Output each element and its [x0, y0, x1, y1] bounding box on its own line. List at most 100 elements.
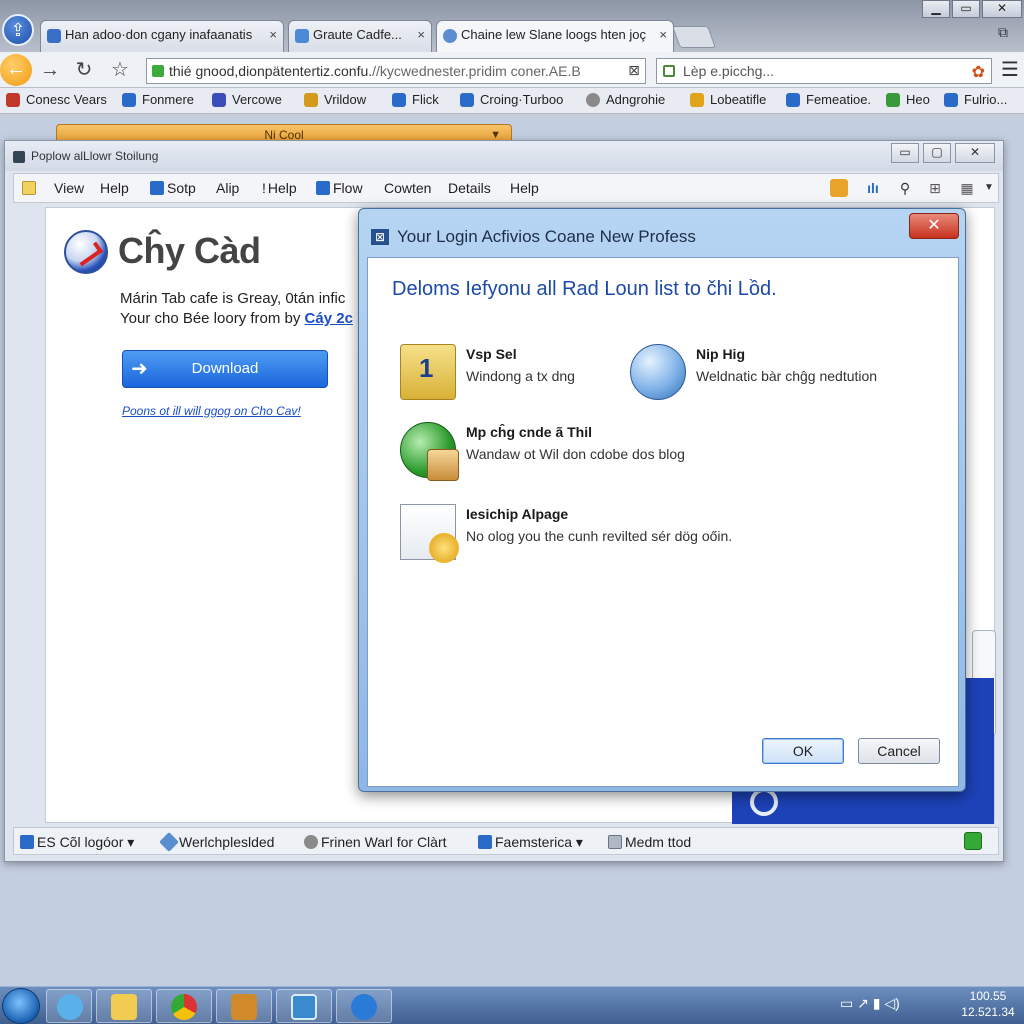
menu-details[interactable]: Details [448, 180, 491, 196]
menu-alip[interactable]: Alip [216, 180, 239, 196]
bookmark-icon [944, 93, 958, 107]
menu-help[interactable]: Help [100, 180, 129, 196]
notes-icon[interactable] [22, 180, 39, 196]
dialog-title: Your Login Acfivios Coane New Profess [397, 227, 696, 246]
option-vsp-sel[interactable]: Vsp Sel Windong a tx dng [400, 344, 620, 404]
status-item-language[interactable]: ES Cõl logóor ▾ [20, 834, 134, 851]
forward-button[interactable]: → [36, 56, 64, 84]
back-button[interactable]: ← [0, 54, 32, 86]
tab-3[interactable]: Chaine lew Slane loogs hten joç × [436, 20, 674, 52]
search-placeholder: Lèp e.picchg... [683, 63, 775, 79]
taskbar-app-media[interactable] [216, 989, 272, 1023]
tab-close-icon[interactable]: × [659, 27, 667, 42]
bookmark-icon [6, 93, 20, 107]
ring-icon [750, 788, 778, 816]
menu-cowten[interactable]: Cowten [384, 180, 431, 196]
bookmark-icon [586, 93, 600, 107]
description-link[interactable]: Cáy 2c [305, 310, 353, 327]
tab-close-icon[interactable]: × [269, 27, 277, 42]
tab-favicon-icon [443, 29, 457, 43]
bookmark-item[interactable]: Fonmere [122, 92, 194, 107]
app-maximize-button[interactable]: ▢ [923, 143, 951, 163]
bookmarks-bar: Conesc Vears Fonmere Vercowe Vrildow Fli… [0, 88, 1024, 114]
bookmark-item[interactable]: Croing·Turboo [460, 92, 563, 107]
minimize-button[interactable]: ▁ [922, 0, 950, 18]
search-input[interactable]: Lèp e.picchg... ✿ [656, 58, 992, 84]
app-minimize-button[interactable]: ▭ [891, 143, 919, 163]
menu-help-3[interactable]: Help [510, 180, 539, 196]
bookmark-item[interactable]: Heo [886, 92, 930, 107]
hamburger-menu-icon[interactable]: ☰ [998, 58, 1022, 84]
address-bar[interactable]: thié gnood,dionpätentertiz.confu.//kycwe… [146, 58, 646, 84]
calendar-icon[interactable]: ▦ [958, 179, 976, 197]
url-host: thié gnood,dionpätentertiz.confu. [169, 63, 373, 79]
menu-label: Help [267, 180, 297, 196]
chart-icon[interactable]: ılı [864, 179, 882, 197]
bookmark-item[interactable]: Fulrio... [944, 92, 1007, 107]
chevron-down-icon[interactable]: ▼ [980, 179, 998, 197]
app-close-button[interactable]: ✕ [955, 143, 995, 163]
ok-button[interactable]: OK [762, 738, 844, 764]
bookmark-icon [392, 93, 406, 107]
system-tray[interactable]: ▭ ↗ ▮ ◁) [840, 995, 900, 1012]
menu-view[interactable]: View [54, 180, 84, 196]
maximize-button[interactable]: ▭ [952, 0, 980, 18]
pin-icon [159, 832, 179, 852]
download-button[interactable]: ➜ Download [122, 350, 328, 388]
cancel-button[interactable]: Cancel [858, 738, 940, 764]
bookmark-item[interactable]: Vrildow [304, 92, 366, 107]
tab-label: Graute Cadfe... [313, 27, 402, 42]
tab-close-icon[interactable]: × [417, 27, 425, 42]
status-label: Medm ttod [625, 834, 692, 850]
bookmark-item[interactable]: Femeatioe. [786, 92, 871, 107]
secondary-link[interactable]: Poons ot ill will ggog on Cho Cav! [122, 404, 301, 418]
tab-2[interactable]: Graute Cadfe... × [288, 20, 432, 52]
taskbar-app-chrome[interactable] [156, 989, 212, 1023]
bookmark-label: Heo [906, 92, 930, 107]
taskbar-app-ie[interactable] [46, 989, 92, 1023]
browser-logo-icon[interactable]: ⇪ [2, 14, 34, 46]
highlight-icon[interactable] [830, 179, 848, 197]
bookmark-icon [212, 93, 226, 107]
bookmark-item[interactable]: Adngrohie [586, 92, 665, 107]
search-icon[interactable]: ⚲ [896, 179, 914, 197]
status-item-faemsterica[interactable]: Faemsterica ▾ [478, 834, 583, 851]
status-label: ES Cõl logóor ▾ [37, 834, 135, 850]
restore-icon[interactable]: ⧉ [992, 24, 1014, 44]
menu-sotp[interactable]: Sotp [150, 180, 196, 196]
bookmark-item[interactable]: Lobeatifle [690, 92, 766, 107]
option-mp-chg[interactable]: Mp cĥg cnde ã Thil Wandaw ot Wil don cdo… [400, 422, 800, 482]
new-tab-button[interactable] [671, 26, 717, 48]
bookmark-item[interactable]: Flick [392, 92, 439, 107]
option-description: No olog you the cunh revilted sér dög oő… [466, 528, 733, 544]
dialog-close-button[interactable]: ✕ [909, 213, 959, 239]
status-item-media[interactable]: Medm ttod [608, 834, 691, 850]
download-label: Download [191, 360, 259, 377]
extension-icon[interactable]: ✿ [972, 62, 985, 82]
clock-time[interactable]: 100.55 [958, 989, 1018, 1003]
clock-date[interactable]: 12.521.34 [958, 1005, 1018, 1019]
start-button[interactable] [2, 988, 40, 1024]
tab-label: Han adoo·don cgany inafaanatis [65, 27, 253, 42]
status-item-pinned[interactable]: Werlchpleslded [159, 832, 274, 852]
status-ok-icon[interactable] [964, 832, 982, 850]
settings-icon[interactable]: ⊞ [926, 179, 944, 197]
bookmark-item[interactable]: Vercowe [212, 92, 282, 107]
taskbar-app-explorer[interactable] [96, 989, 152, 1023]
taskbar-app-window[interactable] [276, 989, 332, 1023]
option-iesichip-alpage[interactable]: Iesichip Alpage No olog you the cunh rev… [400, 504, 820, 564]
reload-button[interactable]: ↻ [70, 56, 98, 84]
bookmark-label: Vercowe [232, 92, 282, 107]
bookmark-item[interactable]: Conesc Vears [6, 92, 107, 107]
taskbar-app-ie-2[interactable] [336, 989, 392, 1023]
menu-help-2[interactable]: ! Help [262, 180, 297, 196]
bookmark-star-icon[interactable]: ☆ [106, 56, 134, 84]
page-action-icon[interactable]: ⊠ [620, 56, 648, 84]
bookmark-icon [122, 93, 136, 107]
tab-1[interactable]: Han adoo·don cgany inafaanatis × [40, 20, 284, 52]
option-nip-hig[interactable]: Nip Hig Weldnatic bàr chĝg nedtution [630, 344, 930, 404]
status-item-chart[interactable]: Frinen Warl for Clàrt [304, 834, 447, 850]
option-description: Weldnatic bàr chĝg nedtution [696, 368, 878, 384]
menu-flow[interactable]: Flow [316, 180, 363, 196]
close-button[interactable]: ✕ [982, 0, 1022, 18]
